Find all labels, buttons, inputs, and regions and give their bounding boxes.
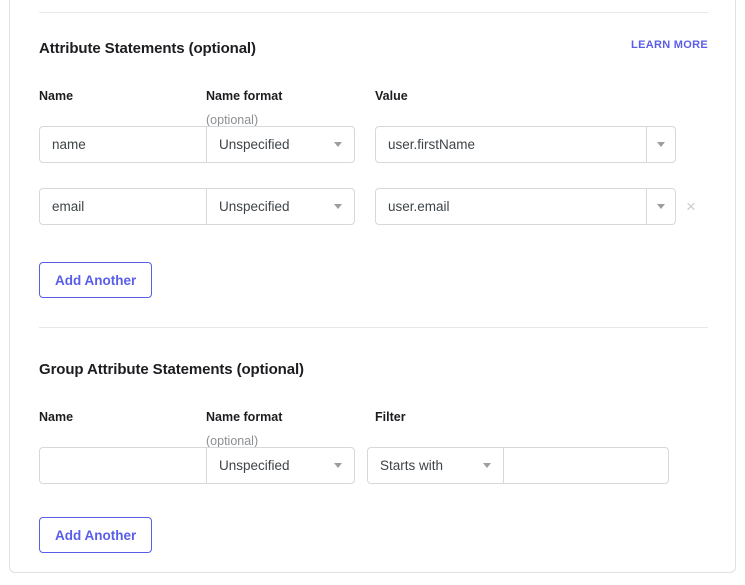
section-divider-top bbox=[39, 12, 708, 13]
column-header-name-format-optional: (optional) bbox=[206, 113, 259, 127]
column-header-name: Name bbox=[39, 89, 74, 103]
group-name-field-row-0[interactable] bbox=[52, 448, 194, 483]
add-another-group-attribute-button[interactable]: Add Another bbox=[39, 517, 153, 553]
group-filter-select-row-0[interactable]: Starts with bbox=[367, 447, 503, 484]
group-filter-text-input-row-0[interactable] bbox=[503, 447, 669, 484]
group-filter-text-field-row-0[interactable] bbox=[516, 448, 656, 483]
attribute-name-input-row-0[interactable] bbox=[39, 126, 206, 163]
caret-down-icon bbox=[483, 463, 491, 468]
attribute-name-format-value-row-0: Unspecified bbox=[219, 137, 290, 152]
group-filter-value-row-0: Starts with bbox=[380, 458, 444, 473]
attribute-value-dropdown-button-row-1[interactable] bbox=[646, 188, 676, 225]
section-divider-middle bbox=[39, 327, 708, 328]
attribute-statements-page: Attribute Statements (optional) LEARN MO… bbox=[0, 0, 745, 585]
group-column-header-name-format-optional: (optional) bbox=[206, 434, 259, 448]
attribute-name-field-row-0[interactable] bbox=[52, 127, 194, 162]
settings-card: Attribute Statements (optional) LEARN MO… bbox=[9, 0, 736, 573]
attribute-name-input-row-1[interactable] bbox=[39, 188, 206, 225]
attribute-value-input-row-1[interactable] bbox=[375, 188, 646, 225]
group-column-header-name: Name bbox=[39, 410, 74, 424]
caret-down-icon bbox=[334, 463, 342, 468]
attribute-name-format-value-row-1: Unspecified bbox=[219, 199, 290, 214]
attribute-value-field-row-0[interactable] bbox=[388, 127, 634, 162]
learn-more-link[interactable]: LEARN MORE bbox=[631, 39, 708, 51]
attribute-statements-title: Attribute Statements (optional) bbox=[39, 40, 256, 57]
remove-row-button-row-1[interactable]: × bbox=[681, 196, 701, 216]
column-header-value: Value bbox=[375, 89, 408, 103]
attribute-value-input-row-0[interactable] bbox=[375, 126, 646, 163]
group-column-header-filter: Filter bbox=[375, 410, 406, 424]
attribute-value-field-row-1[interactable] bbox=[388, 189, 634, 224]
caret-down-icon bbox=[334, 204, 342, 209]
attribute-name-format-select-row-0[interactable]: Unspecified bbox=[206, 126, 355, 163]
add-another-attribute-button[interactable]: Add Another bbox=[39, 262, 153, 298]
attribute-name-field-row-1[interactable] bbox=[52, 189, 194, 224]
card-content: Attribute Statements (optional) LEARN MO… bbox=[10, 0, 735, 571]
caret-down-icon bbox=[657, 142, 665, 147]
group-name-format-select-row-0[interactable]: Unspecified bbox=[206, 447, 355, 484]
group-column-header-name-format: Name format bbox=[206, 410, 283, 424]
group-name-input-row-0[interactable] bbox=[39, 447, 206, 484]
group-name-format-value-row-0: Unspecified bbox=[219, 458, 290, 473]
attribute-name-format-select-row-1[interactable]: Unspecified bbox=[206, 188, 355, 225]
caret-down-icon bbox=[657, 204, 665, 209]
attribute-value-dropdown-button-row-0[interactable] bbox=[646, 126, 676, 163]
close-icon: × bbox=[686, 196, 696, 216]
caret-down-icon bbox=[334, 142, 342, 147]
column-header-name-format: Name format bbox=[206, 89, 283, 103]
group-attribute-statements-title: Group Attribute Statements (optional) bbox=[39, 361, 304, 378]
